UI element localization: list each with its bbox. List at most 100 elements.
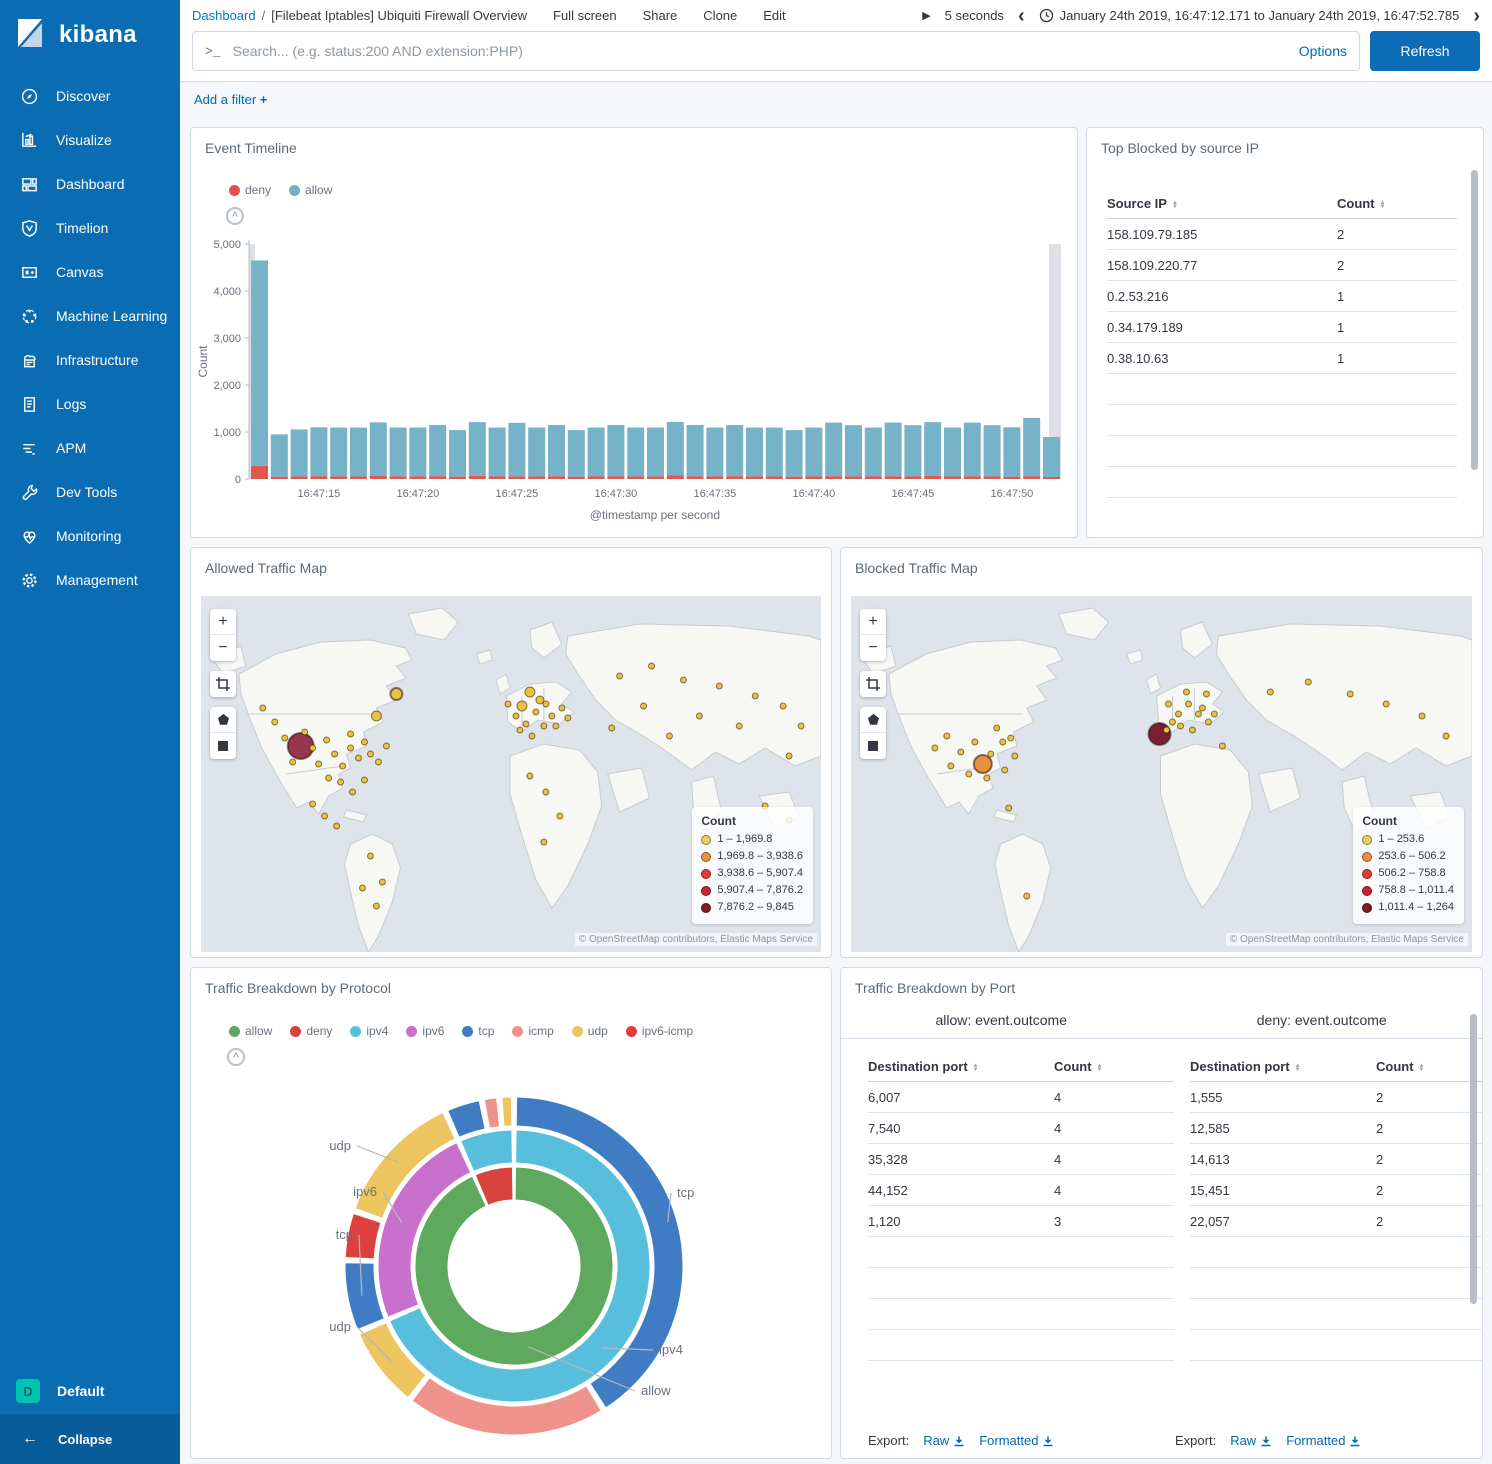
visualize-icon bbox=[19, 130, 39, 150]
sidebar-item-machine-learning[interactable]: Machine Learning bbox=[0, 294, 180, 338]
refresh-button[interactable]: Refresh bbox=[1370, 31, 1480, 71]
empty-table-row bbox=[1107, 467, 1457, 498]
table-row: 22,0572 bbox=[1190, 1206, 1483, 1237]
svg-text:16:47:25: 16:47:25 bbox=[495, 488, 538, 500]
sidebar-item-infrastructure[interactable]: Infrastructure bbox=[0, 338, 180, 382]
sidebar-item-dev-tools[interactable]: Dev Tools bbox=[0, 470, 180, 514]
svg-text:16:47:30: 16:47:30 bbox=[594, 488, 637, 500]
sidebar-item-label: Canvas bbox=[56, 264, 103, 280]
table-row: 0.38.10.631 bbox=[1107, 343, 1457, 374]
map-zoom-in-button[interactable]: + bbox=[860, 609, 886, 635]
donut-callout-label: udp bbox=[329, 1319, 351, 1334]
table-row: 12,5852 bbox=[1190, 1113, 1483, 1144]
sidebar: kibana Discover Visualize Dashboard Time… bbox=[0, 0, 180, 1464]
sidebar-item-dashboard[interactable]: Dashboard bbox=[0, 162, 180, 206]
sidebar-item-label: Monitoring bbox=[56, 528, 121, 544]
sidebar-item-label: Machine Learning bbox=[56, 308, 167, 324]
column-destination-port[interactable]: Destination port▲▼ bbox=[1190, 1059, 1376, 1074]
sidebar-item-visualize[interactable]: Visualize bbox=[0, 118, 180, 162]
search-box[interactable]: >_ Options bbox=[192, 31, 1360, 71]
map-zoom-out-button[interactable]: − bbox=[210, 635, 236, 661]
legend-item-allow[interactable]: allow bbox=[289, 183, 332, 197]
donut-callout-label: ipv4 bbox=[659, 1342, 683, 1357]
blocked-traffic-map[interactable]: + − Count bbox=[851, 596, 1472, 952]
export-label: Export: bbox=[1175, 1433, 1216, 1448]
refresh-interval[interactable]: 5 seconds bbox=[945, 8, 1004, 23]
sidebar-item-management[interactable]: Management bbox=[0, 558, 180, 602]
panel-protocol-breakdown: Traffic Breakdown by Protocol allowdenyi… bbox=[190, 967, 832, 1459]
sidebar-collapse-button[interactable]: ← Collapse bbox=[0, 1414, 180, 1464]
empty-table-row bbox=[868, 1299, 1174, 1330]
column-count[interactable]: Count▲▼ bbox=[1376, 1059, 1483, 1074]
logs-icon bbox=[19, 394, 39, 414]
panel-title: Allowed Traffic Map bbox=[191, 548, 831, 576]
svg-text:16:47:15: 16:47:15 bbox=[297, 488, 340, 500]
sort-icon: ▲▼ bbox=[973, 1064, 979, 1072]
scrollbar[interactable] bbox=[1470, 1014, 1477, 1304]
legend-item-deny[interactable]: deny bbox=[229, 183, 271, 197]
export-raw-link[interactable]: Raw bbox=[923, 1433, 965, 1448]
map-rectangle-filter-button[interactable] bbox=[860, 733, 886, 759]
scrollbar[interactable] bbox=[1471, 170, 1478, 470]
sidebar-item-discover[interactable]: Discover bbox=[0, 74, 180, 118]
map-attribution: © OpenStreetMap contributors, Elastic Ma… bbox=[1226, 933, 1468, 946]
donut-callout-label: udp bbox=[329, 1138, 351, 1153]
map-polygon-filter-button[interactable] bbox=[210, 707, 236, 733]
donut-callout-label: tcp bbox=[336, 1227, 353, 1242]
breadcrumb-dashboard-link[interactable]: Dashboard bbox=[192, 8, 256, 23]
sidebar-item-logs[interactable]: Logs bbox=[0, 382, 180, 426]
empty-table-row bbox=[868, 1268, 1174, 1299]
time-range-picker[interactable]: January 24th 2019, 16:47:12.171 to Janua… bbox=[1039, 8, 1460, 23]
svg-text:4,000: 4,000 bbox=[213, 286, 241, 298]
sidebar-item-label: Dev Tools bbox=[56, 484, 117, 500]
map-polygon-filter-button[interactable] bbox=[860, 707, 886, 733]
menu-share[interactable]: Share bbox=[643, 8, 678, 23]
search-input[interactable] bbox=[233, 43, 1289, 59]
map-legend: Count 1 – 253.6253.6 – 506.2506.2 – 758.… bbox=[1353, 807, 1464, 924]
kibana-logo[interactable]: kibana bbox=[0, 0, 180, 70]
sort-icon: ▲▼ bbox=[1419, 1064, 1425, 1072]
map-fit-bounds-button[interactable] bbox=[210, 671, 236, 697]
sort-icon: ▲▼ bbox=[1097, 1064, 1103, 1072]
column-count[interactable]: Count▲▼ bbox=[1337, 196, 1457, 211]
column-count[interactable]: Count▲▼ bbox=[1054, 1059, 1174, 1074]
time-back-icon[interactable]: ‹ bbox=[1018, 11, 1025, 21]
top-blocked-table: 158.109.79.1852158.109.220.7720.2.53.216… bbox=[1107, 219, 1457, 498]
legend-collapse-icon[interactable]: ^ bbox=[226, 207, 244, 225]
export-raw-link[interactable]: Raw bbox=[1230, 1433, 1272, 1448]
map-zoom-in-button[interactable]: + bbox=[210, 609, 236, 635]
svg-text:16:47:35: 16:47:35 bbox=[693, 488, 736, 500]
map-fit-bounds-button[interactable] bbox=[860, 671, 886, 697]
sidebar-item-apm[interactable]: APM bbox=[0, 426, 180, 470]
map-legend-row: 506.2 – 758.8 bbox=[1362, 865, 1454, 882]
sidebar-item-monitoring[interactable]: Monitoring bbox=[0, 514, 180, 558]
svg-text:1,000: 1,000 bbox=[213, 427, 241, 439]
map-zoom-out-button[interactable]: − bbox=[860, 635, 886, 661]
empty-table-row bbox=[868, 1330, 1174, 1361]
options-link[interactable]: Options bbox=[1299, 43, 1347, 59]
map-rectangle-filter-button[interactable] bbox=[210, 733, 236, 759]
time-forward-icon[interactable]: › bbox=[1473, 11, 1480, 21]
protocol-donut-chart[interactable]: udpipv6tcpudptcpipv4allow bbox=[191, 968, 832, 1459]
menu-clone[interactable]: Clone bbox=[703, 8, 737, 23]
filter-bar: Add a filter + bbox=[180, 82, 1492, 119]
export-formatted-link[interactable]: Formatted bbox=[1286, 1433, 1361, 1448]
sidebar-item-timelion[interactable]: Timelion bbox=[0, 206, 180, 250]
menu-full-screen[interactable]: Full screen bbox=[553, 8, 617, 23]
panel-allowed-map: Allowed Traffic Map + − bbox=[190, 547, 832, 958]
infrastructure-icon bbox=[19, 350, 39, 370]
top-bar: Dashboard / [Filebeat Iptables] Ubiquiti… bbox=[180, 0, 1492, 82]
sidebar-item-canvas[interactable]: Canvas bbox=[0, 250, 180, 294]
export-formatted-link[interactable]: Formatted bbox=[979, 1433, 1054, 1448]
add-filter-link[interactable]: Add a filter + bbox=[194, 92, 267, 107]
allowed-traffic-map[interactable]: + − Count bbox=[201, 596, 821, 952]
column-destination-port[interactable]: Destination port▲▼ bbox=[868, 1059, 1054, 1074]
export-label: Export: bbox=[868, 1433, 909, 1448]
timeline-chart[interactable]: 01,0002,0003,0004,0005,00016:47:1516:47:… bbox=[191, 228, 1078, 528]
space-switcher[interactable]: D Default bbox=[0, 1368, 180, 1414]
empty-table-row bbox=[1190, 1330, 1483, 1361]
column-source-ip[interactable]: Source IP▲▼ bbox=[1107, 196, 1337, 211]
donut-callout-label: allow bbox=[641, 1383, 671, 1398]
play-icon[interactable]: ▶ bbox=[922, 9, 930, 22]
menu-edit[interactable]: Edit bbox=[763, 8, 785, 23]
